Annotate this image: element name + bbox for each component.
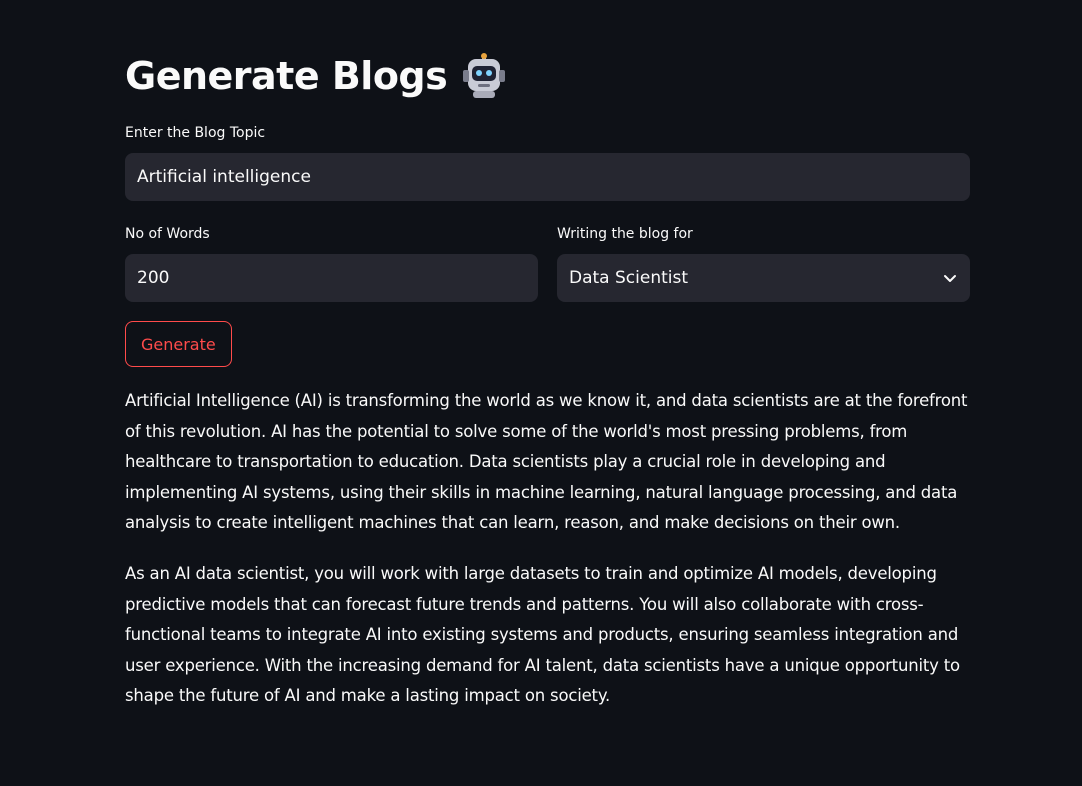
topic-input-value: Artificial intelligence — [137, 167, 311, 187]
title-row: Generate Blogs — [125, 50, 507, 102]
audience-select[interactable]: Data Scientist — [557, 254, 970, 302]
topic-input[interactable]: Artificial intelligence — [125, 153, 970, 201]
output-paragraph-2: As an AI data scientist, you will work w… — [125, 564, 960, 705]
generate-button[interactable]: Generate — [125, 321, 232, 367]
page-title: Generate Blogs — [125, 54, 448, 98]
topic-label: Enter the Blog Topic — [125, 125, 266, 141]
words-input-value: 200 — [137, 268, 170, 288]
output-paragraph-1: Artificial Intelligence (AI) is transfor… — [125, 391, 968, 532]
words-input[interactable]: 200 — [125, 254, 538, 302]
audience-select-value: Data Scientist — [569, 268, 688, 288]
robot-icon — [463, 53, 506, 98]
audience-label: Writing the blog for — [557, 226, 693, 242]
chevron-down-icon[interactable] — [942, 270, 958, 286]
words-label: No of Words — [125, 226, 210, 242]
